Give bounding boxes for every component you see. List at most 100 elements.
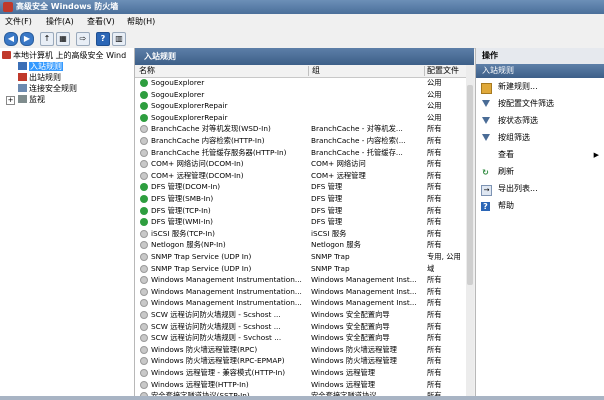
connection-security-icon	[18, 84, 27, 92]
rule-group: BranchCache - 内容检索(...	[311, 136, 406, 145]
column-header-name[interactable]: 名称	[139, 65, 155, 77]
actions-section-inbound-rules[interactable]: 入站规则	[476, 64, 604, 78]
export-icon: →	[481, 185, 492, 196]
table-row[interactable]: SogouExplorerRepair 公用	[135, 112, 466, 124]
rule-profile: 公用	[427, 78, 442, 87]
rule-name: SNMP Trap Service (UDP In)	[151, 252, 252, 261]
table-row[interactable]: SNMP Trap Service (UDP In) SNMP Trap 域	[135, 263, 466, 275]
table-row[interactable]: SogouExplorer 公用	[135, 77, 466, 89]
back-icon[interactable]: ◀	[4, 32, 18, 46]
rule-name: COM+ 网络访问(DCOM-In)	[151, 159, 244, 169]
rule-group: BranchCache - 对等机发...	[311, 124, 403, 134]
rule-group: Windows 防火墙远程管理	[311, 344, 397, 354]
action-filter-by-group[interactable]: 按组筛选	[476, 131, 604, 145]
action-help[interactable]: ? 帮助	[476, 199, 604, 213]
rule-profile: 所有	[427, 356, 442, 366]
menu-bar: 文件(F) 操作(A) 查看(V) 帮助(H)	[0, 14, 604, 29]
rule-profile: 所有	[427, 170, 442, 180]
rule-name: SCW 远程访问防火墙规则 - Scshost ...	[151, 321, 281, 331]
column-header-group[interactable]: 组	[312, 65, 320, 77]
tree-item-inbound-rules[interactable]: 入站规则	[18, 61, 63, 72]
rule-profile: 所有	[427, 344, 442, 354]
table-row[interactable]: DFS 管理(TCP-In) DFS 管理 所有	[135, 205, 466, 217]
column-header-profile[interactable]: 配置文件	[427, 65, 459, 77]
table-row[interactable]: Windows 远程管理(HTTP-In) Windows 远程管理 所有	[135, 379, 466, 391]
rule-profile: 所有	[427, 333, 442, 343]
table-row[interactable]: SCW 远程访问防火墙规则 - Svchost ... Windows 安全配置向…	[135, 332, 466, 344]
table-row[interactable]: Windows Management Instrumentation... Win…	[135, 286, 466, 298]
show-hide-action-pane-icon[interactable]: ▥	[112, 32, 126, 46]
navigation-tree: 本地计算机 上的高级安全 Wind 入站规则 出站规则 连接安全规则 + 监视	[0, 48, 135, 400]
rule-name: Windows 远程管理(HTTP-In)	[151, 379, 249, 389]
rule-group: Windows 安全配置向导	[311, 333, 390, 343]
table-row[interactable]: iSCSI 服务(TCP-In) iSCSI 服务 所有	[135, 228, 466, 240]
rule-name: SogouExplorerRepair	[151, 112, 228, 122]
table-row[interactable]: SogouExplorerRepair 公用	[135, 100, 466, 112]
menu-file[interactable]: 文件(F)	[5, 16, 32, 27]
rule-enabled-icon	[140, 218, 148, 227]
table-row[interactable]: Windows 防火墙远程管理(RPC-EPMAP) Windows 防火墙远程管…	[135, 355, 466, 367]
rule-group: Windows 防火墙远程管理	[311, 356, 397, 366]
rule-profile: 所有	[427, 368, 442, 377]
export-icon[interactable]: ⇨	[76, 32, 90, 46]
menu-help[interactable]: 帮助(H)	[127, 16, 155, 27]
table-row[interactable]: Windows 远程管理 - 兼容模式(HTTP-In) Windows 远程管理…	[135, 367, 466, 379]
title-bar: 高级安全 Windows 防火墙	[0, 0, 604, 14]
rule-name: BranchCache 对等机发现(WSD-In)	[151, 124, 271, 134]
help-icon[interactable]: ?	[96, 32, 110, 46]
rule-name: COM+ 远程管理(DCOM-In)	[151, 170, 244, 180]
new-rule-icon	[481, 83, 492, 94]
up-folder-icon[interactable]: ↑	[40, 32, 54, 46]
tree-item-connection-security-rules[interactable]: 连接安全规则	[18, 83, 77, 94]
table-row[interactable]: BranchCache 对等机发现(WSD-In) BranchCache - 对…	[135, 123, 466, 135]
action-new-rule[interactable]: 新建规则...	[476, 80, 604, 94]
table-row[interactable]: BranchCache 托管缓存服务器(HTTP-In) BranchCache …	[135, 147, 466, 159]
menu-action[interactable]: 操作(A)	[46, 16, 74, 27]
tree-item-monitoring[interactable]: + 监视	[6, 94, 45, 105]
rule-profile: 域	[427, 263, 435, 273]
table-row[interactable]: DFS 管理(DCOM-In) DFS 管理 所有	[135, 181, 466, 193]
rule-disabled-icon	[140, 287, 148, 296]
table-row[interactable]: COM+ 远程管理(DCOM-In) COM+ 远程管理 所有	[135, 170, 466, 182]
firewall-app-icon	[3, 2, 13, 12]
rule-disabled-icon	[140, 171, 148, 180]
rule-name: BranchCache 内容检索(HTTP-In)	[151, 136, 265, 145]
table-row[interactable]: DFS 管理(WMI-In) DFS 管理 所有	[135, 216, 466, 228]
expand-icon[interactable]: +	[6, 96, 15, 105]
table-row[interactable]: Windows 防火墙远程管理(RPC) Windows 防火墙远程管理 所有	[135, 344, 466, 356]
tree-item-outbound-rules[interactable]: 出站规则	[18, 72, 61, 83]
rule-name: DFS 管理(WMI-In)	[151, 217, 213, 227]
rule-name: SCW 远程访问防火墙规则 - Svchost ...	[151, 333, 282, 343]
rule-enabled-icon	[140, 113, 148, 122]
inbound-rules-icon	[18, 62, 27, 70]
table-row[interactable]: Windows Management Instrumentation... Win…	[135, 297, 466, 309]
rule-profile: 专用, 公用	[427, 252, 461, 261]
table-row[interactable]: COM+ 网络访问(DCOM-In) COM+ 网络访问 所有	[135, 158, 466, 170]
rules-list: SogouExplorer 公用 SogouExplorer 公用 SogouExplo…	[135, 77, 466, 400]
action-filter-by-profile[interactable]: 按配置文件筛选	[476, 97, 604, 111]
table-row[interactable]: SogouExplorer 公用	[135, 89, 466, 101]
table-row[interactable]: SCW 远程访问防火墙规则 - Scshost ... Windows 安全配置向…	[135, 309, 466, 321]
menu-view[interactable]: 查看(V)	[87, 16, 115, 27]
action-export-list[interactable]: → 导出列表...	[476, 182, 604, 196]
table-row[interactable]: Netlogon 服务(NP-In) Netlogon 服务 所有	[135, 239, 466, 251]
rule-profile: 所有	[427, 275, 442, 285]
table-row[interactable]: BranchCache 内容检索(HTTP-In) BranchCache - 内…	[135, 135, 466, 147]
rule-profile: 所有	[427, 298, 442, 308]
vertical-scrollbar[interactable]	[466, 65, 474, 400]
rule-disabled-icon	[140, 229, 148, 238]
table-row[interactable]: DFS 管理(SMB-In) DFS 管理 所有	[135, 193, 466, 205]
action-filter-by-state[interactable]: 按状态筛选	[476, 114, 604, 128]
action-view[interactable]: 查看 ▶	[476, 148, 604, 162]
scrollbar-thumb[interactable]	[467, 85, 473, 285]
help-icon: ?	[481, 202, 490, 211]
rules-pane: 入站规则 名称 组 配置文件 SogouExplorer 公用 SogouExplo…	[135, 48, 474, 400]
table-row[interactable]: Windows Management Instrumentation... Win…	[135, 274, 466, 286]
rule-group: BranchCache - 托管缓存...	[311, 147, 403, 157]
show-hide-tree-icon[interactable]: ▦	[56, 32, 70, 46]
tree-root[interactable]: 本地计算机 上的高级安全 Wind	[2, 50, 126, 61]
action-refresh[interactable]: ↻ 刷新	[476, 165, 604, 179]
table-row[interactable]: SCW 远程访问防火墙规则 - Scshost ... Windows 安全配置向…	[135, 321, 466, 333]
table-row[interactable]: SNMP Trap Service (UDP In) SNMP Trap 专用, 公…	[135, 251, 466, 263]
forward-icon[interactable]: ▶	[20, 32, 34, 46]
